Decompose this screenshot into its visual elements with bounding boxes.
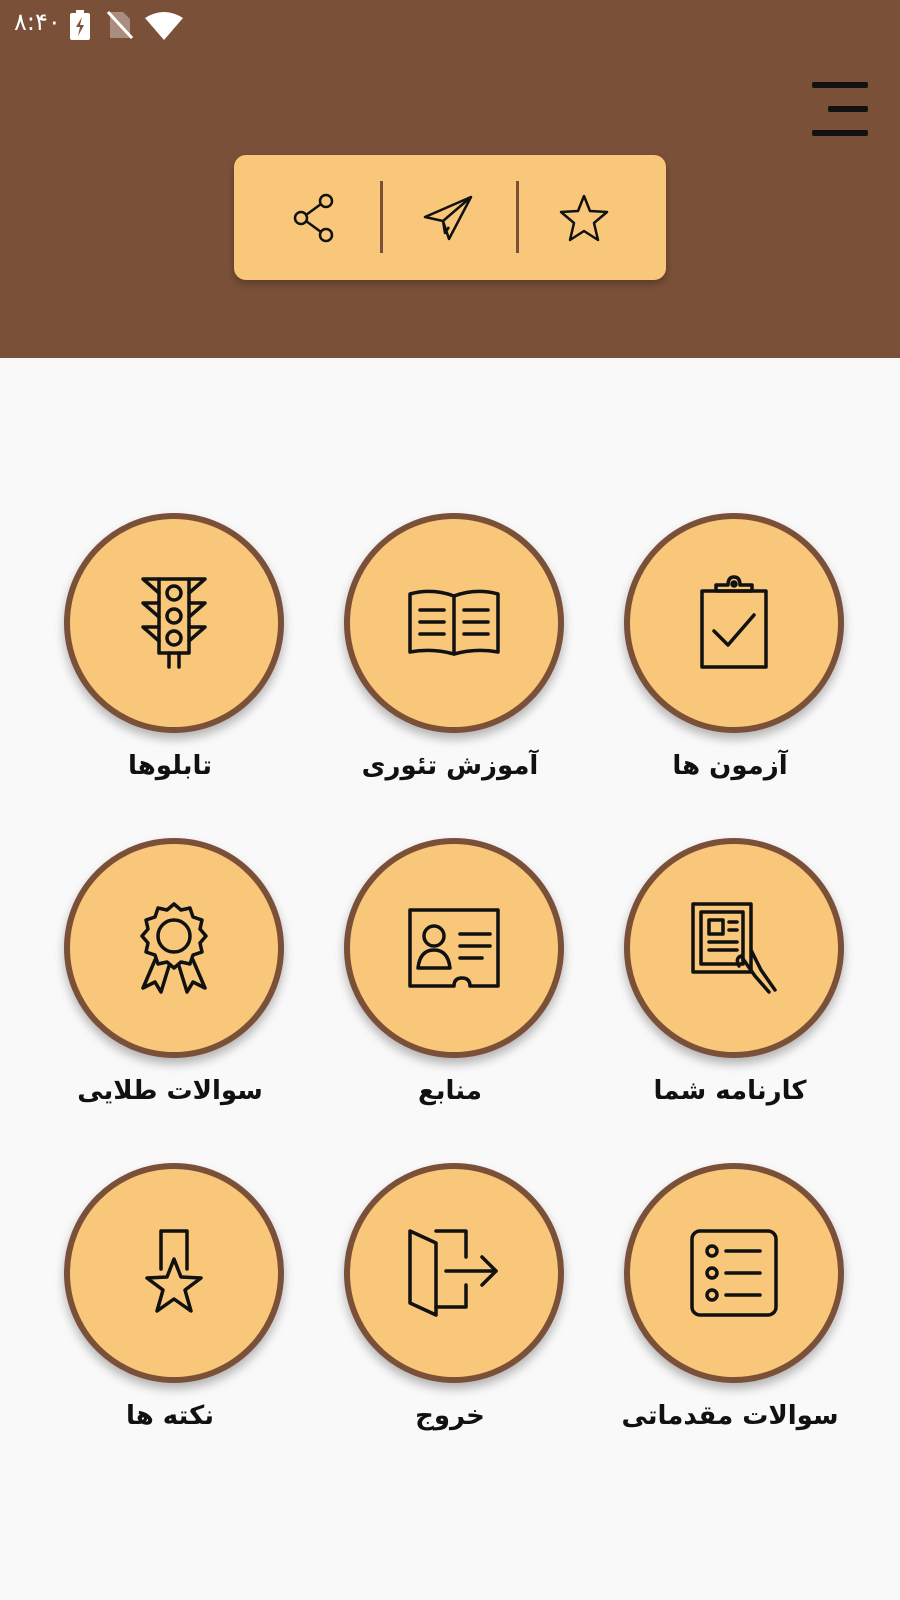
menu-circle — [344, 513, 564, 733]
menu-label: سوالات طلایی — [77, 1076, 263, 1106]
send-button[interactable] — [409, 179, 489, 257]
menu-item-exit[interactable]: خروج — [320, 1163, 580, 1443]
share-button[interactable] — [274, 179, 354, 257]
report-card-hand-icon — [691, 902, 777, 994]
wifi-icon — [145, 12, 183, 40]
rate-button[interactable] — [544, 179, 624, 257]
menu-item-resources[interactable]: منابع — [320, 838, 580, 1118]
hamburger-menu-button[interactable] — [808, 78, 868, 142]
menu-item-tips[interactable]: نکته ها — [40, 1163, 300, 1443]
menu-item-signs[interactable]: تابلوها — [40, 513, 300, 793]
menu-circle — [624, 838, 844, 1058]
menu-item-basic-questions[interactable]: سوالات مقدماتی — [600, 1163, 860, 1443]
action-divider — [516, 181, 519, 253]
traffic-light-icon — [141, 577, 207, 669]
bookmark-star-icon — [145, 1229, 203, 1313]
clipboard-check-icon — [700, 575, 768, 669]
menu-item-golden-questions[interactable]: سوالات طلایی — [40, 838, 300, 1118]
exit-door-icon — [408, 1229, 498, 1317]
menu-label: کارنامه شما — [653, 1076, 807, 1106]
menu-label: سوالات مقدماتی — [621, 1401, 839, 1431]
menu-circle — [64, 1163, 284, 1383]
menu-label: آموزش تئوری — [361, 751, 539, 781]
menu-label: منابع — [418, 1076, 482, 1106]
share-icon — [293, 193, 334, 243]
menu-label: تابلوها — [128, 751, 212, 781]
menu-label: خروج — [415, 1401, 485, 1431]
menu-circle — [64, 838, 284, 1058]
menu-label: نکته ها — [125, 1401, 215, 1431]
no-sim-icon — [107, 10, 133, 40]
menu-item-exams[interactable]: آزمون ها — [600, 513, 860, 793]
id-card-icon — [408, 908, 500, 988]
action-bar — [234, 155, 666, 280]
open-book-icon — [408, 589, 500, 656]
battery-charging-icon — [70, 10, 90, 40]
menu-circle — [344, 838, 564, 1058]
menu-circle — [344, 1163, 564, 1383]
menu-item-theory[interactable]: آموزش تئوری — [320, 513, 580, 793]
menu-label: آزمون ها — [672, 751, 788, 781]
star-icon — [559, 194, 609, 242]
menu-circle — [624, 1163, 844, 1383]
app-header: ۸:۴۰ — [0, 0, 900, 358]
list-icon — [690, 1229, 778, 1317]
menu-circle — [64, 513, 284, 733]
menu-item-report-card[interactable]: کارنامه شما — [600, 838, 860, 1118]
hamburger-menu-icon — [812, 82, 868, 88]
status-time: ۸:۴۰ — [14, 8, 61, 36]
action-divider — [380, 181, 383, 253]
award-badge-icon — [140, 902, 208, 994]
menu-circle — [624, 513, 844, 733]
send-paper-plane-icon — [423, 195, 473, 241]
